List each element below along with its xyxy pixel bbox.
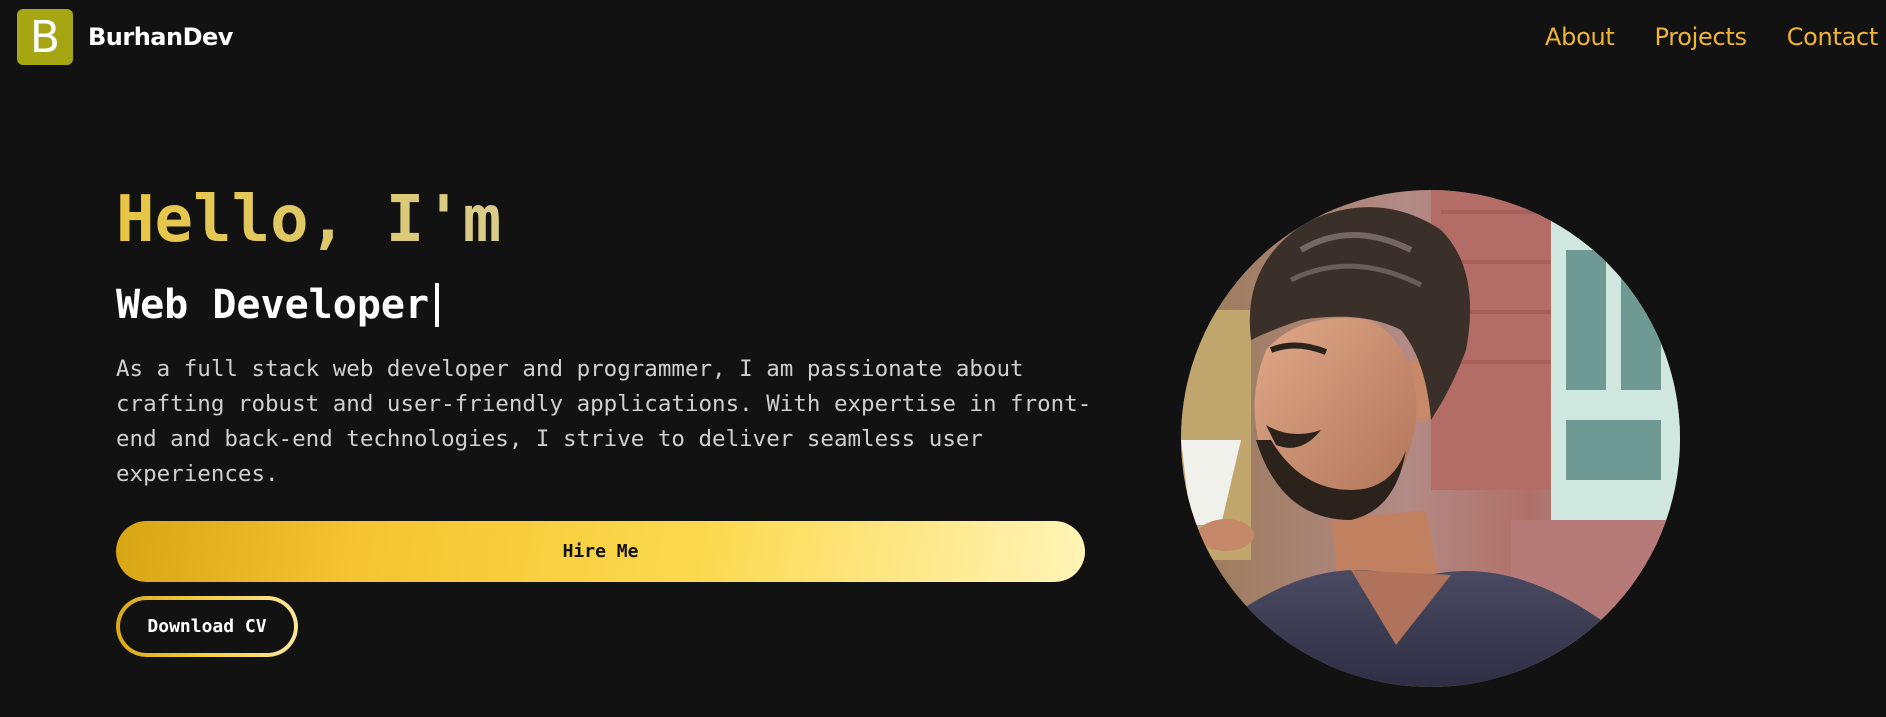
brand-name[interactable]: BurhanDev — [88, 20, 233, 54]
nav-link-about[interactable]: About — [1545, 18, 1615, 56]
role-text: Web Developer — [116, 282, 430, 328]
profile-photo — [1181, 190, 1680, 687]
download-cv-label: Download CV — [120, 600, 294, 653]
hero-bio: As a full stack web developer and progra… — [116, 356, 1092, 487]
nav-link-contact[interactable]: Contact — [1787, 18, 1879, 56]
site-header: B BurhanDev About Projects Contact — [0, 0, 1886, 74]
hire-me-button[interactable]: Hire Me — [116, 521, 1085, 582]
download-cv-button[interactable]: Download CV — [116, 596, 298, 657]
hero-greeting: Hello, I'm — [116, 180, 501, 260]
nav-link-projects[interactable]: Projects — [1655, 18, 1748, 56]
logo-letter: B — [29, 12, 61, 63]
profile-illustration — [1181, 190, 1680, 687]
main-nav: About Projects Contact — [1545, 18, 1886, 56]
logo[interactable]: B — [17, 9, 73, 65]
hero-role: Web Developer — [116, 278, 440, 332]
typing-cursor — [435, 283, 440, 327]
